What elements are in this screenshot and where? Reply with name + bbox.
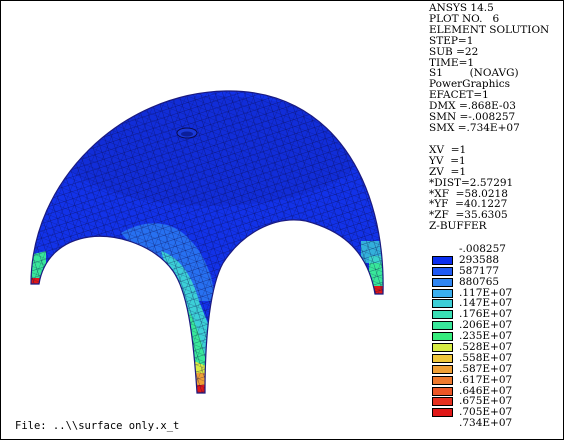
- graphics-viewport[interactable]: ANSYS 14.5 PLOT NO. 6 ELEMENT SOLUTION S…: [0, 0, 564, 440]
- legend-swatch: [432, 299, 453, 309]
- apex-hole-inner: [181, 131, 193, 137]
- legend-row: .617E+07: [429, 373, 563, 386]
- legend-swatch: [432, 397, 453, 407]
- legend-value: .734E+07: [459, 417, 513, 430]
- legend-swatch: [432, 386, 453, 396]
- legend-swatch: [432, 332, 453, 342]
- legend-swatch: [432, 353, 453, 363]
- legend-swatch: [432, 288, 453, 298]
- legend-swatch: [432, 364, 453, 374]
- legend-swatch: [432, 310, 453, 320]
- legend-swatch: [432, 408, 453, 418]
- contour-legend: -.008257 293588 587177 880765.117E+07.147E+…: [429, 244, 563, 429]
- view-line-dist: *DIST=2.57291: [429, 176, 514, 189]
- legend-value: 880765: [459, 275, 500, 288]
- legend-swatch: [432, 375, 453, 385]
- legend-swatch: [432, 277, 453, 287]
- legend-swatch: [432, 321, 453, 331]
- legend-value: .617E+07: [459, 373, 513, 386]
- legend-swatch: [432, 266, 453, 276]
- info-line-sub: SUB =22: [429, 45, 479, 58]
- mesh-grid-b: [31, 90, 384, 394]
- info-line-step: STEP=1: [429, 34, 474, 47]
- view-line-zv: ZV =1: [429, 165, 467, 178]
- legend-swatch: [432, 255, 453, 265]
- legend-row: 880765: [429, 275, 563, 288]
- legend-swatch: [432, 343, 453, 353]
- plot-info-panel: ANSYS 14.5 PLOT NO. 6 ELEMENT SOLUTION S…: [429, 3, 563, 232]
- legend-row: .734E+07: [429, 418, 563, 429]
- view-line-zbuffer: Z-BUFFER: [429, 220, 487, 233]
- file-label: File: ..\\surface only.x_t: [15, 420, 180, 432]
- info-line-smx: SMX =.734E+07: [429, 121, 520, 134]
